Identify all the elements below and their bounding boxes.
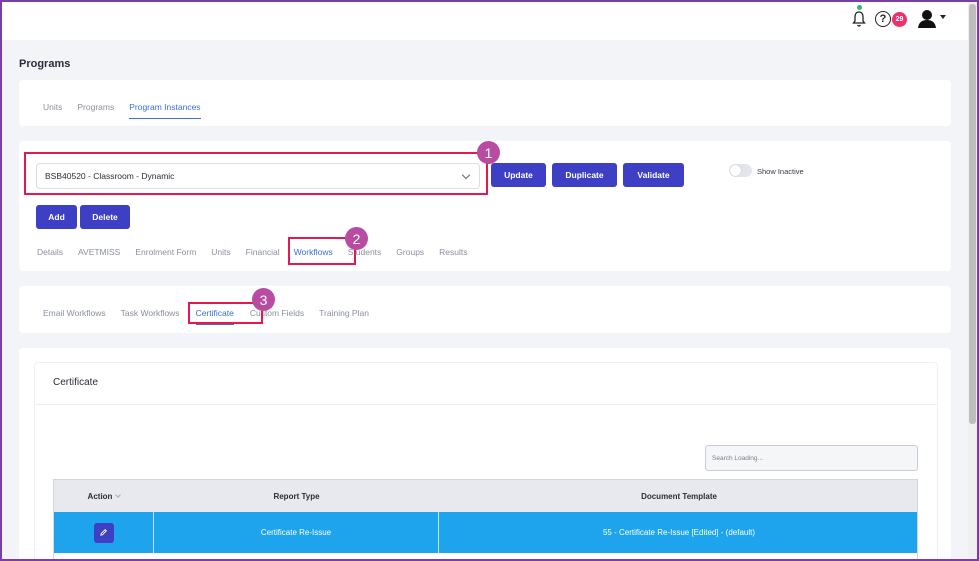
scrollbar-thumb[interactable]: [969, 4, 976, 424]
tab-units[interactable]: Units: [43, 102, 62, 119]
table-header: Action Report Type Document Template: [54, 480, 917, 512]
tab-program-instances[interactable]: Program Instances: [129, 102, 201, 119]
divider: [35, 404, 937, 405]
table-row[interactable]: Certificate Re-Issue 55 - Certificate Re…: [54, 512, 917, 553]
tab-avetmiss[interactable]: AVETMISS: [78, 247, 120, 264]
notification-dot: [857, 5, 862, 10]
add-button[interactable]: Add: [36, 205, 77, 229]
page-title: Programs: [19, 58, 71, 70]
top-bar: [2, 2, 968, 40]
update-button[interactable]: Update: [491, 163, 546, 187]
step-marker-2: 2: [345, 227, 368, 250]
tab-financial[interactable]: Financial: [246, 247, 280, 264]
step-marker-3: 3: [252, 288, 275, 311]
show-inactive-label: Show Inactive: [757, 167, 804, 176]
edit-button[interactable]: [93, 522, 114, 543]
toggle-knob: [730, 165, 741, 176]
tab-email-workflows[interactable]: Email Workflows: [43, 308, 106, 325]
column-header-action[interactable]: Action: [54, 480, 154, 512]
highlight-box-3: [188, 302, 263, 324]
section-tabs: Details AVETMISS Enrolment Form Units Fi…: [37, 247, 483, 264]
action-cell: [54, 512, 154, 553]
tab-enrolment-form[interactable]: Enrolment Form: [135, 247, 196, 264]
tab-groups[interactable]: Groups: [396, 247, 424, 264]
user-icon[interactable]: [917, 9, 937, 29]
bell-icon[interactable]: [851, 5, 867, 30]
tab-programs[interactable]: Programs: [77, 102, 114, 119]
table-row: [54, 553, 917, 560]
sort-icon: [115, 491, 122, 498]
certificate-table: Action Report Type Document Template Cer…: [53, 479, 918, 561]
certificate-title: Certificate: [53, 377, 99, 388]
scrollbar[interactable]: [968, 2, 977, 559]
highlight-box-1: [24, 152, 488, 195]
report-type-cell: Certificate Re-Issue: [154, 512, 439, 553]
step-marker-1: 1: [477, 141, 500, 164]
column-header-report-type[interactable]: Report Type: [154, 480, 439, 512]
help-icon[interactable]: ?: [875, 11, 891, 27]
notification-count-badge: 29: [892, 12, 907, 27]
validate-button[interactable]: Validate: [623, 163, 684, 187]
tab-details[interactable]: Details: [37, 247, 63, 264]
duplicate-button[interactable]: Duplicate: [552, 163, 617, 187]
show-inactive-toggle[interactable]: [729, 164, 752, 177]
search-input[interactable]: Search Loading...: [705, 445, 918, 471]
tab-task-workflows[interactable]: Task Workflows: [121, 308, 180, 325]
primary-tabs: Units Programs Program Instances: [43, 102, 216, 119]
tab-units[interactable]: Units: [211, 247, 230, 264]
tab-training-plan[interactable]: Training Plan: [319, 308, 369, 325]
caret-down-icon[interactable]: [940, 15, 946, 19]
pencil-icon: [100, 528, 108, 536]
document-template-cell: 55 - Certificate Re-Issue [Edited] - (de…: [602, 528, 756, 537]
tab-results[interactable]: Results: [439, 247, 467, 264]
delete-button[interactable]: Delete: [80, 205, 130, 229]
column-header-document-template[interactable]: Document Template: [439, 480, 917, 512]
